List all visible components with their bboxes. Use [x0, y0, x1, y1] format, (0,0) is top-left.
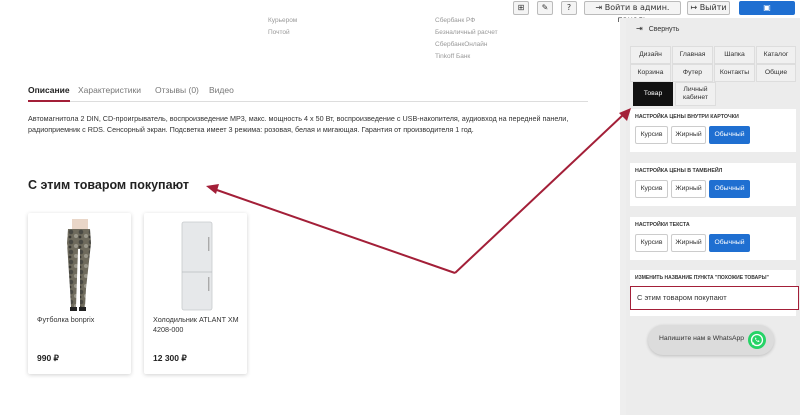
product-image-fridge	[181, 221, 213, 311]
option-normal[interactable]: Обычный	[709, 180, 750, 198]
sign-in-icon: ⇥	[595, 3, 603, 12]
product-card[interactable]: Футболка bonprix 990 ₽	[28, 213, 131, 374]
product-price: 12 300 ₽	[153, 353, 187, 363]
payment-item: СбербанкОнлайн	[435, 41, 488, 48]
whatsapp-label: Напишите нам в WhatsApp	[659, 335, 745, 342]
product-description: Автомагнитола 2 DIN, CD-проигрыватель, в…	[28, 114, 569, 134]
product-name[interactable]: Футболка bonprix	[37, 315, 127, 325]
product-price: 990 ₽	[37, 353, 59, 363]
collapse-arrow-icon: ⇥	[636, 24, 643, 33]
nav-design[interactable]: Дизайн	[630, 46, 671, 64]
nav-product[interactable]: Товар	[633, 82, 673, 106]
page: Курьером Почтой Сбербанк РФ Безналичный …	[0, 0, 800, 415]
save-icon: ▣	[763, 3, 771, 12]
nav-home[interactable]: Главная	[672, 46, 713, 64]
whatsapp-button[interactable]: Напишите нам в WhatsApp	[648, 325, 774, 355]
payment-item: Tinkoff Банк	[435, 53, 471, 60]
product-name[interactable]: Холодильник ATLANT ХМ 4208-000	[153, 315, 243, 335]
option-normal[interactable]: Обычный	[709, 234, 750, 252]
price-card-settings: Настройка цены внутри карточки Курсив Жи…	[630, 109, 796, 152]
product-image-pants	[67, 219, 91, 311]
nav-account[interactable]: Личный кабинет	[675, 82, 716, 106]
tab-characteristics[interactable]: Характеристики	[78, 85, 141, 95]
nav-footer[interactable]: Футер	[672, 64, 713, 82]
payment-list: Сбербанк РФ Безналичный расчет СбербанкО…	[435, 15, 498, 63]
tab-reviews[interactable]: Отзывы (0)	[155, 85, 199, 95]
save-button[interactable]: ▣ Сохранить	[739, 1, 795, 24]
option-italic[interactable]: Курсив	[635, 180, 668, 198]
product-content: Курьером Почтой Сбербанк РФ Безналичный …	[0, 0, 620, 415]
admin-panel-button[interactable]: ⇥ Войти в админ. панель	[584, 1, 681, 24]
brush-icon[interactable]: ✎	[537, 1, 553, 15]
section-title: Настройка цены внутри карточки	[635, 114, 739, 120]
option-bold[interactable]: Жирный	[671, 180, 706, 198]
nav-cart[interactable]: Корзина	[630, 64, 671, 82]
logout-label: Выйти	[699, 3, 727, 12]
nav-contacts[interactable]: Контакты	[714, 64, 755, 82]
price-thumbnail-settings: Настройка цены в тамбнейл Курсив Жирный …	[630, 163, 796, 206]
collapse-label: Свернуть	[648, 26, 680, 33]
sitemap-icon[interactable]: ⊞	[513, 1, 529, 15]
delivery-list: Курьером Почтой	[268, 15, 297, 39]
option-bold[interactable]: Жирный	[671, 234, 706, 252]
collapse-button[interactable]: ⇥ Свернуть	[636, 24, 679, 33]
whatsapp-icon	[748, 331, 766, 349]
active-tab-underline	[28, 100, 70, 102]
logout-icon: ↦	[690, 3, 698, 12]
tab-video[interactable]: Видео	[209, 85, 234, 95]
option-italic[interactable]: Курсив	[635, 234, 668, 252]
settings-panel: ⇥ Свернуть Дизайн Главная Шапка Каталог К…	[626, 18, 800, 415]
product-tabs: Описание Характеристики Отзывы (0) Видео	[28, 82, 588, 102]
help-icon[interactable]: ?	[561, 1, 577, 15]
option-bold[interactable]: Жирный	[671, 126, 706, 144]
text-settings: Настройки текста Курсив Жирный Обычный	[630, 217, 796, 260]
payment-item: Безналичный расчет	[435, 29, 498, 36]
logout-button[interactable]: ↦ Выйти	[687, 1, 730, 15]
rename-input[interactable]: С этим товаром покупают	[630, 286, 799, 310]
option-italic[interactable]: Курсив	[635, 126, 668, 144]
nav-general[interactable]: Общие	[756, 64, 796, 82]
option-normal[interactable]: Обычный	[709, 126, 750, 144]
related-section-title: С этим товаром покупают	[28, 178, 190, 192]
rename-title: Изменить название пункта "Похожие товары…	[635, 275, 769, 281]
tab-description[interactable]: Описание	[28, 85, 70, 95]
product-card[interactable]: Холодильник ATLANT ХМ 4208-000 12 300 ₽	[144, 213, 247, 374]
section-title: Настройка цены в тамбнейл	[635, 168, 723, 174]
editor-toolbar: ⊞ ✎ ? ⇥ Войти в админ. панель ↦ Выйти ▣ …	[0, 0, 800, 24]
nav-header[interactable]: Шапка	[714, 46, 755, 64]
delivery-item: Почтой	[268, 29, 290, 36]
nav-catalog[interactable]: Каталог	[756, 46, 796, 64]
section-title: Настройки текста	[635, 222, 690, 228]
payment-item: Сбербанк РФ	[435, 17, 476, 24]
delivery-item: Курьером	[268, 17, 298, 24]
